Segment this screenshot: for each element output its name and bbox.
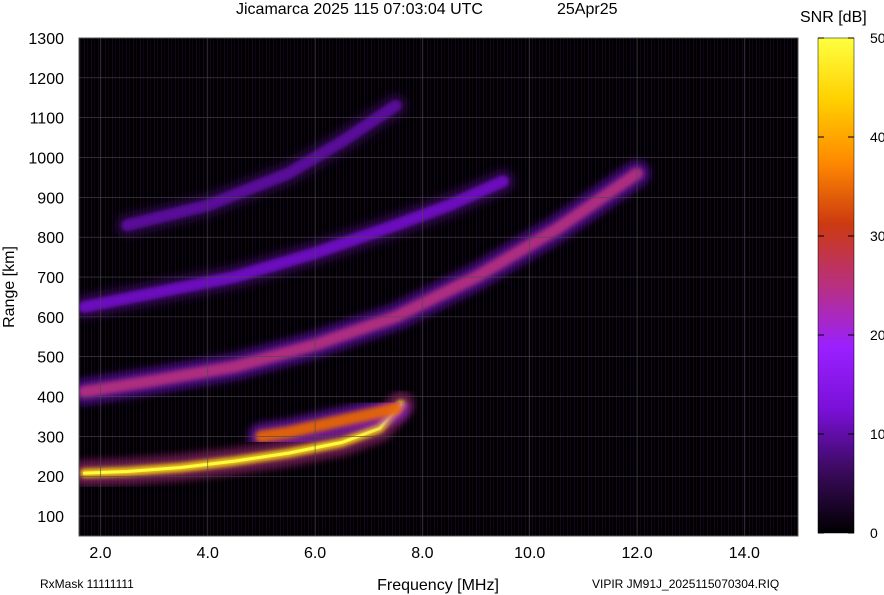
colorbar-tick-label: 30 [870, 228, 884, 244]
colorbar-label: SNR [dB] [800, 9, 867, 26]
x-tick-label: 6.0 [304, 545, 326, 562]
y-tick-label: 1300 [28, 31, 64, 48]
y-tick-label: 100 [37, 509, 64, 526]
colorbar-gradient [817, 37, 855, 534]
ionogram-figure: Jicamarca 2025 115 07:03:04 UTC 25Apr25 … [1, 1, 884, 594]
y-tick-label: 1000 [28, 151, 64, 168]
y-tick-label: 700 [37, 270, 64, 287]
y-tick-label: 800 [37, 230, 64, 247]
chart-date: 25Apr25 [557, 1, 618, 18]
y-tick-label: 400 [37, 390, 64, 407]
y-tick-label: 200 [37, 469, 64, 486]
y-tick-label: 500 [37, 350, 64, 367]
colorbar-tick-label: 0 [870, 525, 878, 541]
x-tick-label: 12.0 [621, 545, 652, 562]
x-axis-ticks: 2.0 4.0 6.0 8.0 10.0 12.0 14.0 [89, 545, 760, 562]
colorbar-tick-label: 10 [870, 426, 884, 442]
y-axis-label: Range [km] [1, 246, 18, 328]
plot-area [78, 37, 799, 537]
y-tick-label: 1100 [30, 111, 65, 128]
colorbar-tick-label: 20 [870, 327, 884, 343]
x-tick-label: 14.0 [729, 545, 760, 562]
chart-title: Jicamarca 2025 115 07:03:04 UTC [236, 1, 483, 18]
x-axis-label: Frequency [MHz] [377, 577, 499, 594]
colorbar-tick-label: 50 [870, 30, 884, 46]
colorbar: SNR [dB] 50 40 30 20 10 0 [800, 9, 884, 541]
y-tick-label: 1200 [28, 71, 64, 88]
x-tick-label: 2.0 [89, 545, 111, 562]
y-tick-label: 300 [37, 429, 64, 446]
colorbar-tick-label: 40 [870, 129, 884, 145]
x-tick-label: 10.0 [514, 545, 545, 562]
y-axis-ticks: 100 200 300 400 500 600 700 800 900 1000 1100 1200 1… [28, 31, 64, 526]
rxmask-label: RxMask 11111111 [40, 577, 134, 591]
x-tick-label: 4.0 [197, 545, 219, 562]
file-label: VIPIR JM91J_2025115070304.RIQ [592, 577, 779, 591]
x-tick-label: 8.0 [411, 545, 433, 562]
y-tick-label: 600 [37, 310, 64, 327]
y-tick-label: 900 [37, 190, 64, 207]
